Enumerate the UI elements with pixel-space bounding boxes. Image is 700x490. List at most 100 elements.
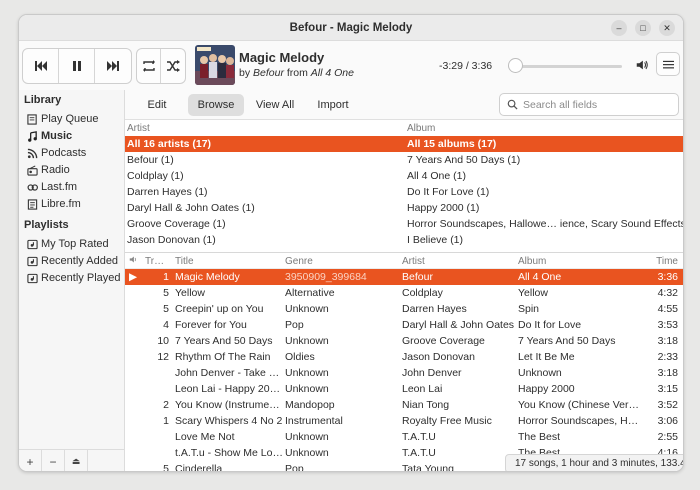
now-playing-artist[interactable]: Befour — [253, 67, 284, 79]
sidebar-item-my-top-rated[interactable]: My Top Rated — [27, 236, 109, 252]
tab-browse[interactable]: Browse — [188, 94, 244, 116]
maximize-icon: □ — [640, 23, 646, 33]
seek-bar[interactable] — [508, 65, 622, 68]
album-list-item[interactable]: Horror Soundscapes, Hallowe… ience, Scar… — [405, 216, 683, 232]
artist-cell: Groove Coverage — [402, 335, 485, 347]
eject-icon: ⏏ — [71, 456, 81, 466]
sidebar-item-podcasts[interactable]: Podcasts — [27, 145, 86, 161]
artist-column-header[interactable]: Artist — [125, 121, 405, 136]
row-indicator — [125, 365, 145, 381]
seek-handle[interactable] — [508, 58, 524, 73]
artist-cell: Jason Donovan — [402, 351, 475, 363]
track-number-cell — [145, 381, 173, 397]
album-cell: Yellow — [518, 287, 548, 299]
speaker-column-header[interactable] — [125, 254, 145, 268]
table-row[interactable]: 2 You Know (Instrumen… Mandopop Nian Tong Yo… — [125, 397, 683, 413]
album-list-item[interactable]: Do It For Love (1) — [405, 184, 683, 200]
table-row[interactable]: Leon Lai - Happy 2000… Unknown Leon Lai Hap… — [125, 381, 683, 397]
search-box[interactable] — [499, 93, 679, 116]
artist-list-item[interactable]: Coldplay (1) — [125, 168, 405, 184]
row-indicator — [125, 381, 145, 397]
search-input[interactable] — [523, 98, 673, 111]
artist-list-item[interactable]: Daryl Hall & John Oates (1) — [125, 200, 405, 216]
title-cell: John Denver - Take M… — [175, 367, 283, 379]
minus-icon: − — [49, 454, 57, 469]
repeat-button[interactable] — [137, 49, 161, 83]
next-track-button[interactable] — [95, 49, 131, 83]
genre-column-header[interactable]: Genre — [283, 254, 400, 268]
title-cell: Magic Melody — [175, 271, 240, 283]
album-cover-image — [195, 45, 235, 85]
row-indicator — [125, 349, 145, 365]
artist-list-item[interactable]: Befour (1) — [125, 152, 405, 168]
time-column-header[interactable]: Time — [641, 254, 682, 268]
sidebar-item-radio[interactable]: Radio — [27, 162, 70, 178]
tab-edit[interactable]: Edit — [138, 94, 176, 116]
album-column-header[interactable]: Album — [405, 121, 683, 136]
album-list-item[interactable]: All 15 albums (17) — [405, 136, 683, 152]
playing-indicator-icon: ▶ — [129, 271, 138, 283]
album-column-header-tracks[interactable]: Album — [516, 254, 641, 268]
table-row[interactable]: 10 7 Years And 50 Days Unknown Groove Cover… — [125, 333, 683, 349]
table-row[interactable]: 12 Rhythm Of The Rain Oldies Jason Donovan L… — [125, 349, 683, 365]
tab-view-all[interactable]: View All — [253, 94, 297, 116]
album-list-item[interactable]: 7 Years And 50 Days (1) — [405, 152, 683, 168]
table-row[interactable]: 1 Scary Whispers 4 No 2 Instrumental Royalt… — [125, 413, 683, 429]
table-row[interactable]: ▶ 1 Magic Melody 3950909_399684 Befour All 4 … — [125, 269, 683, 285]
sidebar-item-label: Recently Played — [41, 272, 121, 284]
table-row[interactable]: 5 Yellow Alternative Coldplay Yellow 4:32 — [125, 285, 683, 301]
title-cell: 7 Years And 50 Days — [175, 335, 273, 347]
track-number-cell — [145, 445, 173, 461]
table-row[interactable]: John Denver - Take M… Unknown John Denver U… — [125, 365, 683, 381]
remove-playlist-button[interactable]: − — [42, 450, 65, 471]
lastfm-icon — [27, 183, 38, 191]
volume-icon[interactable] — [635, 58, 649, 72]
librefm-icon — [27, 198, 38, 210]
artist-list-item[interactable]: Jason Donovan (1) — [125, 232, 405, 248]
track-column-header[interactable]: Track — [145, 254, 173, 268]
artist-list-item[interactable]: Darren Hayes (1) — [125, 184, 405, 200]
sidebar-item-play-queue[interactable]: Play Queue — [27, 111, 98, 127]
track-rows: ▶ 1 Magic Melody 3950909_399684 Befour All 4 … — [125, 269, 683, 472]
artist-list-item[interactable]: All 16 artists (17) — [125, 136, 405, 152]
sidebar-item-recently-added[interactable]: Recently Added — [27, 253, 118, 269]
sidebar-item-music[interactable]: Music — [27, 128, 72, 144]
sidebar-item-recently-played[interactable]: Recently Played — [27, 270, 121, 286]
artist-list-item[interactable]: Groove Coverage (1) — [125, 216, 405, 232]
album-list-item[interactable]: Happy 2000 (1) — [405, 200, 683, 216]
tab-import[interactable]: Import — [313, 94, 353, 116]
sidebar-item-lastfm[interactable]: Last.fm — [27, 179, 77, 195]
row-indicator — [125, 397, 145, 413]
title-cell: Scary Whispers 4 No 2 — [175, 415, 283, 427]
minimize-button[interactable]: – — [611, 20, 627, 36]
title-cell: Rhythm Of The Rain — [175, 351, 271, 363]
shuffle-button[interactable] — [161, 49, 185, 83]
time-readout: -3:29 / 3:36 — [439, 60, 493, 72]
artist-list: All 16 artists (17) Befour (1) Coldplay (1… — [125, 136, 405, 248]
main-menu-button[interactable] — [656, 52, 680, 76]
title-cell: Creepin' up on You — [175, 303, 264, 315]
view-tabs: Edit Browse View All Import — [125, 90, 683, 120]
previous-track-button[interactable] — [23, 49, 59, 83]
add-playlist-button[interactable]: + — [19, 450, 42, 471]
by-label: by — [239, 67, 254, 79]
album-list-item[interactable]: All 4 One (1) — [405, 168, 683, 184]
artist-cell: T.A.T.U — [402, 431, 436, 443]
main-panel: Edit Browse View All Import Artist All 1… — [125, 90, 683, 472]
table-row[interactable]: 4 Forever for You Pop Daryl Hall & John Oat… — [125, 317, 683, 333]
table-row[interactable]: 5 Creepin' up on You Unknown Darren Hayes Sp… — [125, 301, 683, 317]
album-list-item[interactable]: I Believe (1) — [405, 232, 683, 248]
now-playing-album[interactable]: All 4 One — [311, 67, 354, 79]
artist-column-header-tracks[interactable]: Artist — [400, 254, 516, 268]
close-button[interactable]: ✕ — [659, 20, 675, 36]
speaker-icon — [129, 256, 136, 263]
table-row[interactable]: Love Me Not Unknown T.A.T.U The Best 2:55 — [125, 429, 683, 445]
sidebar-item-librefm[interactable]: Libre.fm — [27, 196, 81, 212]
pause-button[interactable] — [59, 49, 95, 83]
maximize-button[interactable]: □ — [635, 20, 651, 36]
plus-icon: + — [26, 454, 34, 469]
eject-button[interactable]: ⏏ — [65, 450, 88, 471]
skip-back-icon — [34, 61, 47, 71]
title-column-header[interactable]: Title — [173, 254, 283, 268]
genre-cell: Pop — [285, 463, 304, 472]
